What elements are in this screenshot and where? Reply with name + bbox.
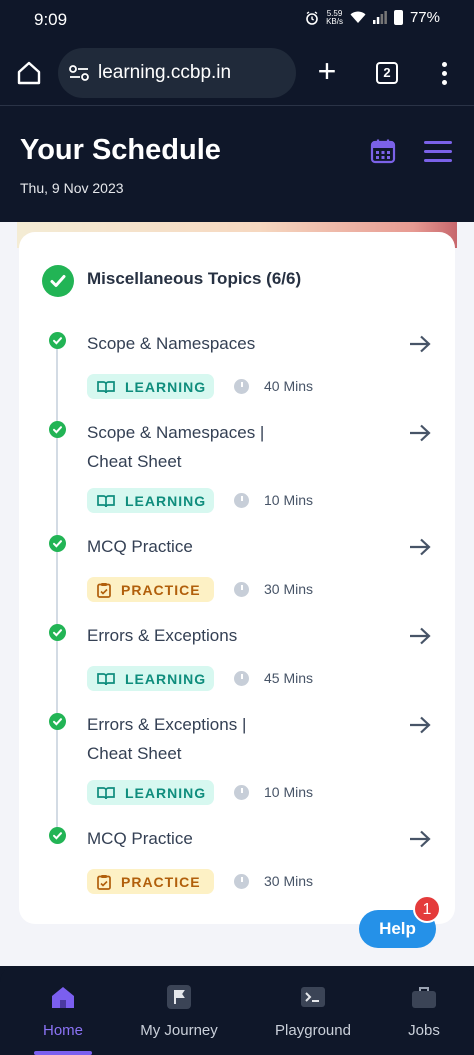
- clock-icon: [234, 671, 249, 686]
- item-complete-icon: [49, 421, 66, 438]
- item-complete-icon: [49, 713, 66, 730]
- section-complete-icon: [42, 265, 74, 297]
- practice-badge: PRACTICE: [87, 869, 214, 894]
- arrow-right-icon[interactable]: [409, 627, 431, 645]
- alarm-icon: [306, 10, 318, 25]
- nav-label: Jobs: [408, 1022, 440, 1039]
- clock-icon: [234, 874, 249, 889]
- nav-my-journey[interactable]: My Journey: [134, 984, 224, 1039]
- bottom-navigation: Home My Journey Playground Jobs: [0, 966, 474, 1055]
- home-icon[interactable]: [16, 60, 42, 86]
- battery-level: 77%: [409, 9, 440, 26]
- learning-badge: LEARNING: [87, 780, 214, 805]
- duration-text: 10 Mins: [264, 784, 314, 800]
- schedule-card: Miscellaneous Topics (6/6) Scope & Names…: [19, 232, 455, 924]
- site-settings-icon[interactable]: [68, 64, 90, 82]
- book-icon: [97, 672, 115, 685]
- terminal-icon: [301, 987, 325, 1007]
- duration-text: 10 Mins: [264, 492, 314, 508]
- badge-label: LEARNING: [125, 670, 207, 687]
- item-complete-icon: [49, 827, 66, 844]
- badge-label: PRACTICE: [121, 581, 201, 598]
- practice-badge: PRACTICE: [87, 577, 214, 602]
- active-tab-indicator: [34, 1051, 92, 1055]
- briefcase-icon: [412, 987, 436, 1008]
- duration-text: 30 Mins: [264, 581, 314, 597]
- nav-label: Playground: [275, 1022, 351, 1039]
- status-time: 9:09: [34, 10, 68, 29]
- arrow-right-icon[interactable]: [409, 335, 431, 353]
- more-options-icon[interactable]: [434, 60, 454, 86]
- learning-badge: LEARNING: [87, 666, 214, 691]
- badge-label: LEARNING: [125, 378, 207, 395]
- arrow-right-icon[interactable]: [409, 830, 431, 848]
- section-title: Miscellaneous Topics (6/6): [87, 269, 302, 288]
- network-speed: 5.59 KB/s: [326, 9, 343, 26]
- address-bar[interactable]: learning.ccbp.in: [58, 48, 296, 98]
- arrow-right-icon[interactable]: [409, 424, 431, 442]
- learning-badge: LEARNING: [87, 488, 214, 513]
- item-complete-icon: [49, 332, 66, 349]
- nav-playground[interactable]: Playground: [270, 984, 356, 1039]
- book-icon: [97, 494, 115, 507]
- url-text: learning.ccbp.in: [98, 62, 232, 83]
- timeline-line: [56, 335, 58, 830]
- schedule-item-title[interactable]: Errors & Exceptions | Cheat Sheet: [87, 710, 287, 768]
- learning-badge: LEARNING: [87, 374, 214, 399]
- tab-switcher-button[interactable]: 2: [376, 62, 398, 84]
- badge-label: LEARNING: [125, 492, 207, 509]
- item-complete-icon: [49, 535, 66, 552]
- wifi-icon: [350, 11, 366, 23]
- signal-icon: [372, 11, 387, 24]
- schedule-item-title[interactable]: Scope & Namespaces | Cheat Sheet: [87, 418, 287, 476]
- hamburger-menu-icon[interactable]: [424, 141, 452, 163]
- content-area: Miscellaneous Topics (6/6) Scope & Names…: [0, 222, 474, 966]
- book-icon: [97, 380, 115, 393]
- clipboard-icon: [97, 582, 111, 598]
- nav-label: My Journey: [140, 1022, 218, 1039]
- clock-icon: [234, 582, 249, 597]
- schedule-item-title[interactable]: MCQ Practice: [87, 532, 317, 561]
- schedule-item-title[interactable]: MCQ Practice: [87, 824, 317, 853]
- arrow-right-icon[interactable]: [409, 538, 431, 556]
- net-speed-unit: KB/s: [326, 16, 343, 26]
- schedule-item-title[interactable]: Scope & Namespaces: [87, 329, 317, 358]
- browser-toolbar: learning.ccbp.in + 2: [0, 40, 474, 106]
- page-date: Thu, 9 Nov 2023: [20, 180, 124, 196]
- flag-icon: [167, 985, 191, 1009]
- status-bar: 9:09 5.59 KB/s 77%: [0, 0, 474, 40]
- new-tab-button[interactable]: +: [314, 55, 340, 87]
- schedule-item-title[interactable]: Errors & Exceptions: [87, 621, 317, 650]
- clock-icon: [234, 493, 249, 508]
- clipboard-icon: [97, 874, 111, 890]
- item-complete-icon: [49, 624, 66, 641]
- book-icon: [97, 786, 115, 799]
- nav-home[interactable]: Home: [36, 984, 90, 1039]
- page-title: Your Schedule: [20, 134, 221, 166]
- clock-icon: [234, 379, 249, 394]
- home-icon: [52, 987, 74, 1008]
- help-notification-badge: 1: [413, 895, 441, 923]
- nav-label: Home: [42, 1022, 83, 1039]
- page-header: Your Schedule Thu, 9 Nov 2023: [0, 107, 474, 222]
- nav-jobs[interactable]: Jobs: [402, 984, 446, 1039]
- duration-text: 30 Mins: [264, 873, 314, 889]
- duration-text: 45 Mins: [264, 670, 314, 686]
- badge-label: PRACTICE: [121, 873, 201, 890]
- badge-label: LEARNING: [125, 784, 207, 801]
- clock-icon: [234, 785, 249, 800]
- battery-icon: [393, 10, 403, 25]
- duration-text: 40 Mins: [264, 378, 314, 394]
- arrow-right-icon[interactable]: [409, 716, 431, 734]
- status-icons: 5.59 KB/s 77%: [305, 9, 440, 26]
- calendar-icon[interactable]: [370, 138, 396, 164]
